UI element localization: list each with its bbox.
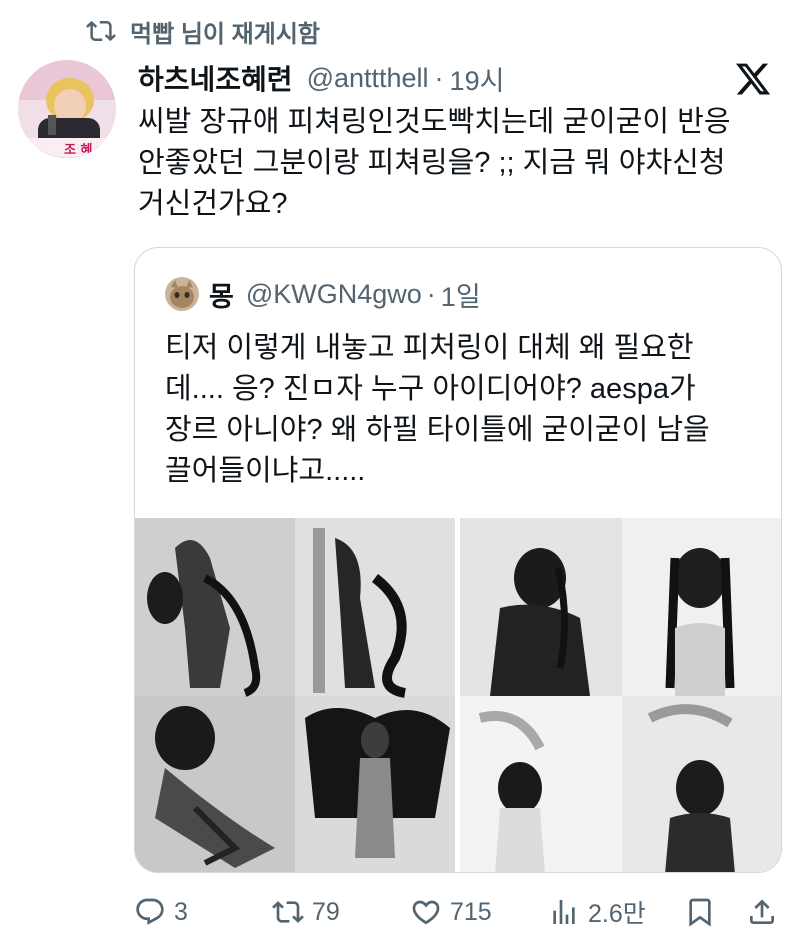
quote-time[interactable]: 1일 (441, 275, 481, 314)
author-avatar[interactable]: 조 혜 (18, 60, 116, 158)
quote-header: 몽 @KWGN4gwo · 1일 (165, 276, 481, 312)
avatar-badge-text: 조 혜 (64, 142, 92, 158)
quote-media[interactable] (135, 518, 781, 872)
tweet-time[interactable]: 19시 (450, 59, 505, 98)
quote-author-name[interactable]: 몽 (209, 275, 234, 314)
retweet-button[interactable]: 79 (272, 896, 340, 928)
separator-dot: · (434, 62, 444, 93)
quoted-tweet[interactable]: 몽 @KWGN4gwo · 1일 티저 이렇게 내놓고 피처링이 대체 왜 필요… (134, 247, 782, 873)
separator-dot: · (426, 278, 436, 309)
like-count: 715 (450, 897, 492, 926)
quote-body: 티저 이렇게 내놓고 피처링이 대체 왜 필요한 데.... 응? 진ㅁ자 누구… (165, 328, 765, 492)
author-handle[interactable]: @anttthell (307, 63, 429, 94)
bookmark-icon (689, 898, 711, 927)
repost-icon (86, 20, 116, 42)
quote-avatar[interactable] (165, 277, 199, 311)
tweet-body: 씨발 장규애 피쳐링인것도빡치는데 굳이굳이 반응 안좋았던 그분이랑 피쳐링을… (138, 102, 788, 225)
reply-count: 3 (174, 897, 188, 926)
tweet-line: 안좋았던 그분이랑 피쳐링을? ;; 지금 뭐 야차신청 (138, 147, 726, 179)
tweet-line: 거신건가요? (138, 188, 288, 220)
quote-line: 장르 아니야? 왜 하필 타이틀에 굳이굳이 남을 (165, 414, 710, 446)
bookmark-button[interactable] (684, 896, 716, 928)
tweet-line: 씨발 장규애 피쳐링인것도빡치는데 굳이굳이 반응 (138, 106, 731, 138)
views-count: 2.6만 (588, 900, 646, 928)
quote-line: 끌어들이냐고..... (165, 455, 366, 487)
media-image-right[interactable] (460, 518, 781, 872)
quote-author-handle[interactable]: @KWGN4gwo (246, 279, 422, 310)
author-name[interactable]: 하츠네조혜련 (138, 58, 293, 98)
action-bar: 3 79 715 2.6만 (134, 890, 780, 934)
like-button[interactable]: 715 (410, 896, 492, 928)
repost-banner[interactable]: 먹빱 님이 재게시함 (86, 14, 320, 48)
reply-button[interactable]: 3 (134, 896, 188, 928)
share-icon (750, 899, 774, 924)
share-button[interactable] (746, 896, 778, 928)
retweet-icon (272, 901, 304, 923)
quote-line: 데.... 응? 진ㅁ자 누구 아이디어야? aespa가 (165, 373, 696, 405)
repost-text: 먹빱 님이 재게시함 (130, 20, 320, 48)
retweet-count: 79 (312, 897, 340, 926)
views-icon (553, 900, 575, 924)
like-icon (412, 900, 440, 925)
quote-line: 티저 이렇게 내놓고 피처링이 대체 왜 필요한 (165, 332, 694, 364)
tweet-header: 하츠네조혜련 @anttthell · 19시 (138, 56, 780, 100)
x-logo-icon[interactable] (734, 60, 772, 98)
reply-icon (136, 898, 164, 925)
media-image-left[interactable] (135, 518, 455, 872)
views-button[interactable]: 2.6만 (548, 894, 646, 930)
